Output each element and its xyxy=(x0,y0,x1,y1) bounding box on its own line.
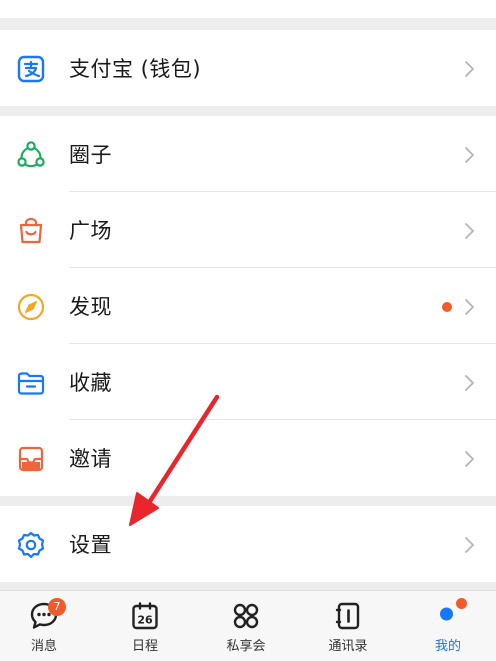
menu-item-label: 设置 xyxy=(69,533,112,557)
contact-book-icon xyxy=(333,601,363,631)
menu-group-payment: 支付宝 (钱包) xyxy=(0,30,496,106)
menu-item-label: 邀请 xyxy=(69,447,112,471)
tab-label: 私享会 xyxy=(226,639,266,654)
top-strip xyxy=(0,0,496,18)
menu-item-discover[interactable]: 发现 xyxy=(0,268,496,344)
chevron-right-icon xyxy=(464,374,476,392)
menu-item-moments[interactable]: 圈子 xyxy=(0,116,496,192)
notification-dot xyxy=(442,302,452,312)
menu-item-label: 收藏 xyxy=(69,371,112,395)
menu-item-label: 圈子 xyxy=(69,143,112,167)
calendar-day: 26 xyxy=(137,614,153,627)
tab-label: 消息 xyxy=(30,639,57,654)
menu-item-alipay[interactable]: 支付宝 (钱包) xyxy=(0,30,496,106)
folder-icon xyxy=(16,368,46,398)
calendar-icon: 26 xyxy=(130,601,160,631)
menu-item-label: 支付宝 (钱包) xyxy=(69,57,202,81)
compass-icon xyxy=(16,292,46,322)
chevron-right-icon xyxy=(464,60,476,78)
circle-nodes-icon xyxy=(16,140,46,170)
menu-group-social: 圈子 广场 发现 收藏 邀请 xyxy=(0,116,496,496)
menu-item-invite[interactable]: 邀请 xyxy=(0,420,496,496)
menu-group-settings: 设置 xyxy=(0,506,496,582)
grid-circles-icon xyxy=(231,601,261,631)
menu-item-favorites[interactable]: 收藏 xyxy=(0,344,496,420)
notification-dot xyxy=(456,598,467,609)
chevron-right-icon xyxy=(464,450,476,468)
alipay-icon xyxy=(16,54,46,84)
shopping-bag-icon xyxy=(16,216,46,246)
menu-item-label: 广场 xyxy=(69,219,112,243)
envelope-icon xyxy=(16,444,46,474)
bottom-tab-bar: 7 消息 26 日程 私享会 通讯录 我的 xyxy=(0,590,496,661)
menu-item-settings[interactable]: 设置 xyxy=(0,506,496,582)
tab-label: 我的 xyxy=(434,639,461,654)
chevron-right-icon xyxy=(464,222,476,240)
chevron-right-icon xyxy=(464,146,476,164)
tab-me[interactable]: 我的 xyxy=(398,591,496,661)
chevron-right-icon xyxy=(464,298,476,316)
tab-schedule[interactable]: 26 日程 xyxy=(95,591,195,661)
unread-badge: 7 xyxy=(48,598,66,616)
chevron-right-icon xyxy=(464,536,476,554)
menu-item-square[interactable]: 广场 xyxy=(0,192,496,268)
tab-label: 通讯录 xyxy=(328,639,368,654)
tab-label: 日程 xyxy=(131,639,158,654)
tab-contacts[interactable]: 通讯录 xyxy=(298,591,398,661)
tab-messages[interactable]: 7 消息 xyxy=(0,591,94,661)
tab-club[interactable]: 私享会 xyxy=(196,591,296,661)
gear-icon xyxy=(16,530,46,560)
menu-item-label: 发现 xyxy=(69,295,112,319)
